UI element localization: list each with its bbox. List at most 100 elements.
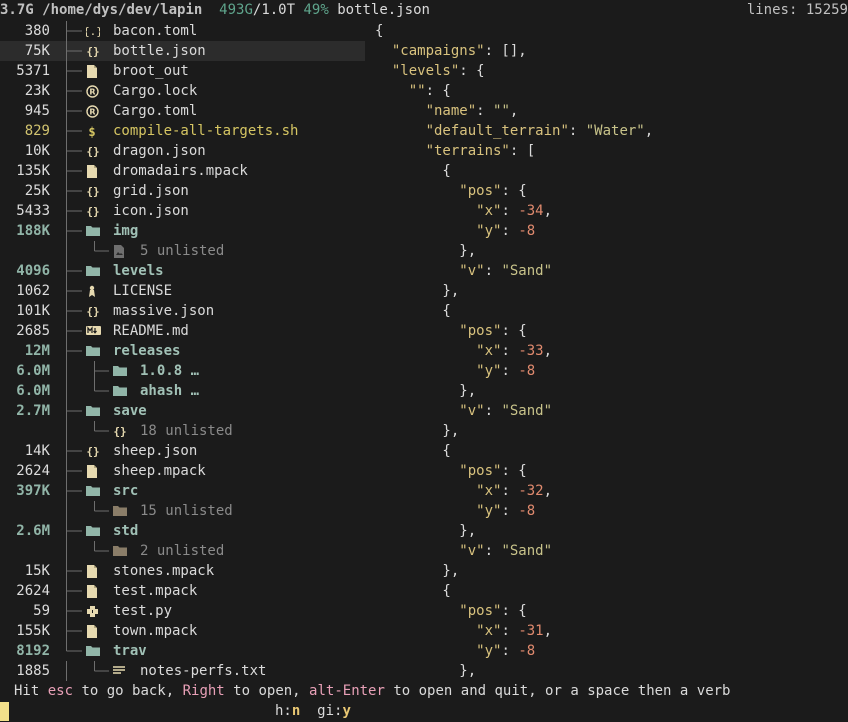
tree-row[interactable]: 12M releases: [0, 341, 365, 361]
preview-token: [375, 343, 476, 359]
file-icon: [85, 161, 101, 181]
preview-token: [375, 643, 476, 659]
preview-line: },: [375, 521, 476, 541]
tree-row[interactable]: 14K {} sheep.json: [0, 441, 365, 461]
preview-token: [375, 363, 476, 379]
preview-token: "": [408, 83, 426, 99]
tree-row-name: Cargo.lock: [113, 83, 198, 99]
tree-row[interactable]: 380 {.} bacon.toml: [0, 21, 365, 41]
toggle-indicators: h:n gi:y: [275, 701, 351, 721]
tree-row[interactable]: 4096 levels: [0, 261, 365, 281]
tree-row-size: 135K: [16, 163, 50, 179]
tree-row[interactable]: 1885 notes-perfs.txt: [0, 661, 365, 681]
tree-row-size: 5371: [16, 63, 50, 79]
preview-line: {: [375, 161, 450, 181]
tree-row[interactable]: 5433 {} icon.json: [0, 201, 365, 221]
tree-row-size: 188K: [16, 223, 50, 239]
line-count: lines: 15259: [747, 0, 848, 20]
preview-token: -32: [518, 483, 544, 499]
preview-line: "": {: [375, 81, 451, 101]
preview-line: "v": "Sand": [375, 261, 552, 281]
tree-row[interactable]: 945 R Cargo.toml: [0, 101, 365, 121]
preview-token: {: [375, 303, 451, 319]
tree-row[interactable]: 10K {} dragon.json: [0, 141, 365, 161]
preview-line: "v": "Sand": [375, 541, 552, 561]
svg-text:R: R: [89, 108, 95, 117]
tree-row[interactable]: 25K {} grid.json: [0, 181, 365, 201]
tree-row[interactable]: {} 18 unlisted: [0, 421, 365, 441]
preview-token: "y": [476, 223, 502, 239]
tree-row[interactable]: 2.7M save: [0, 401, 365, 421]
tree-row[interactable]: 75K {} bottle.json: [0, 41, 365, 61]
preview-token: },: [375, 423, 460, 439]
tree-row-name: stones.mpack: [113, 563, 215, 579]
preview-token: -8: [518, 223, 536, 239]
tree-row[interactable]: 15K stones.mpack: [0, 561, 365, 581]
preview-token: "y": [476, 643, 502, 659]
tree-row[interactable]: 1062 LICENSE: [0, 281, 365, 301]
folder-icon: [112, 361, 128, 381]
tree-row-size: 945: [24, 103, 50, 119]
preview-token: },: [375, 663, 477, 679]
tree-row[interactable]: 23K R Cargo.lock: [0, 81, 365, 101]
tree-row[interactable]: 155K town.mpack: [0, 621, 365, 641]
preview-token: -34: [518, 203, 544, 219]
tree-row[interactable]: 2624 test.mpack: [0, 581, 365, 601]
tree-row[interactable]: 6.0M ahash …: [0, 381, 365, 401]
tree-row-size: 12M: [24, 343, 50, 359]
file-tree[interactable]: 380 {.} bacon.toml 75K {} bottle.json 5371 broo…: [0, 21, 365, 681]
preview-token: ,: [644, 123, 654, 139]
file-icon: [85, 561, 101, 581]
preview-line: },: [375, 421, 459, 441]
preview-token: : {: [425, 83, 451, 99]
tree-row-size: 101K: [16, 303, 50, 319]
preview-token: "default_terrain": [425, 123, 569, 139]
preview-token: [375, 463, 459, 479]
tree-row[interactable]: 15 unlisted: [0, 501, 365, 521]
tree-row-size: 23K: [24, 83, 50, 99]
tree-row[interactable]: 5371 broot_out: [0, 61, 365, 81]
tree-row[interactable]: 5 unlisted: [0, 241, 365, 261]
preview-token: ,: [543, 483, 553, 499]
preview-token: : {: [501, 323, 527, 339]
file-preview[interactable]: { "campaigns": [], "levels": { "": { "na…: [375, 21, 848, 681]
tree-row[interactable]: 829 $ compile-all-targets.sh: [0, 121, 365, 141]
folder-icon: [112, 381, 128, 401]
preview-token: :: [501, 623, 519, 639]
tree-row[interactable]: 8192 trav: [0, 641, 365, 661]
tree-row[interactable]: 2 unlisted: [0, 541, 365, 561]
tree-row[interactable]: 6.0M 1.0.8 …: [0, 361, 365, 381]
tree-row[interactable]: 59 test.py: [0, 601, 365, 621]
preview-line: "terrains": [: [375, 141, 536, 161]
hidden-toggle-label: h:: [275, 703, 292, 719]
preview-line: {: [375, 441, 450, 461]
tree-row[interactable]: 101K {} massive.json: [0, 301, 365, 321]
preview-token: [375, 143, 426, 159]
tree-row-name: std: [113, 523, 139, 539]
preview-line: {: [375, 301, 451, 321]
preview-token: :: [501, 503, 519, 519]
preview-line: },: [375, 281, 459, 301]
tree-row-size: 75K: [24, 43, 50, 59]
tree-row[interactable]: 188K img: [0, 221, 365, 241]
image-icon: [112, 241, 128, 261]
tree-row[interactable]: 135K dromadairs.mpack: [0, 161, 365, 181]
tree-row[interactable]: 2.6M std: [0, 521, 365, 541]
line-count-value: 15259: [805, 2, 848, 18]
preview-token: [375, 203, 476, 219]
tree-row[interactable]: 2624 sheep.mpack: [0, 461, 365, 481]
tree-row[interactable]: 2685 README.md: [0, 321, 365, 341]
tree-row-size: 25K: [24, 183, 50, 199]
preview-token: [375, 43, 392, 59]
tree-row[interactable]: 397K src: [0, 481, 365, 501]
input-cursor[interactable]: [0, 702, 9, 721]
preview-token: "campaigns": [391, 43, 485, 59]
preview-token: {: [375, 23, 384, 39]
folder-icon: [85, 401, 101, 421]
preview-token: "pos": [459, 463, 502, 479]
toml-icon: {.}: [85, 21, 101, 41]
preview-line: "levels": {: [375, 61, 485, 81]
preview-token: "name": [425, 103, 477, 119]
preview-token: "pos": [459, 603, 502, 619]
tree-row-size: 1885: [16, 663, 50, 679]
